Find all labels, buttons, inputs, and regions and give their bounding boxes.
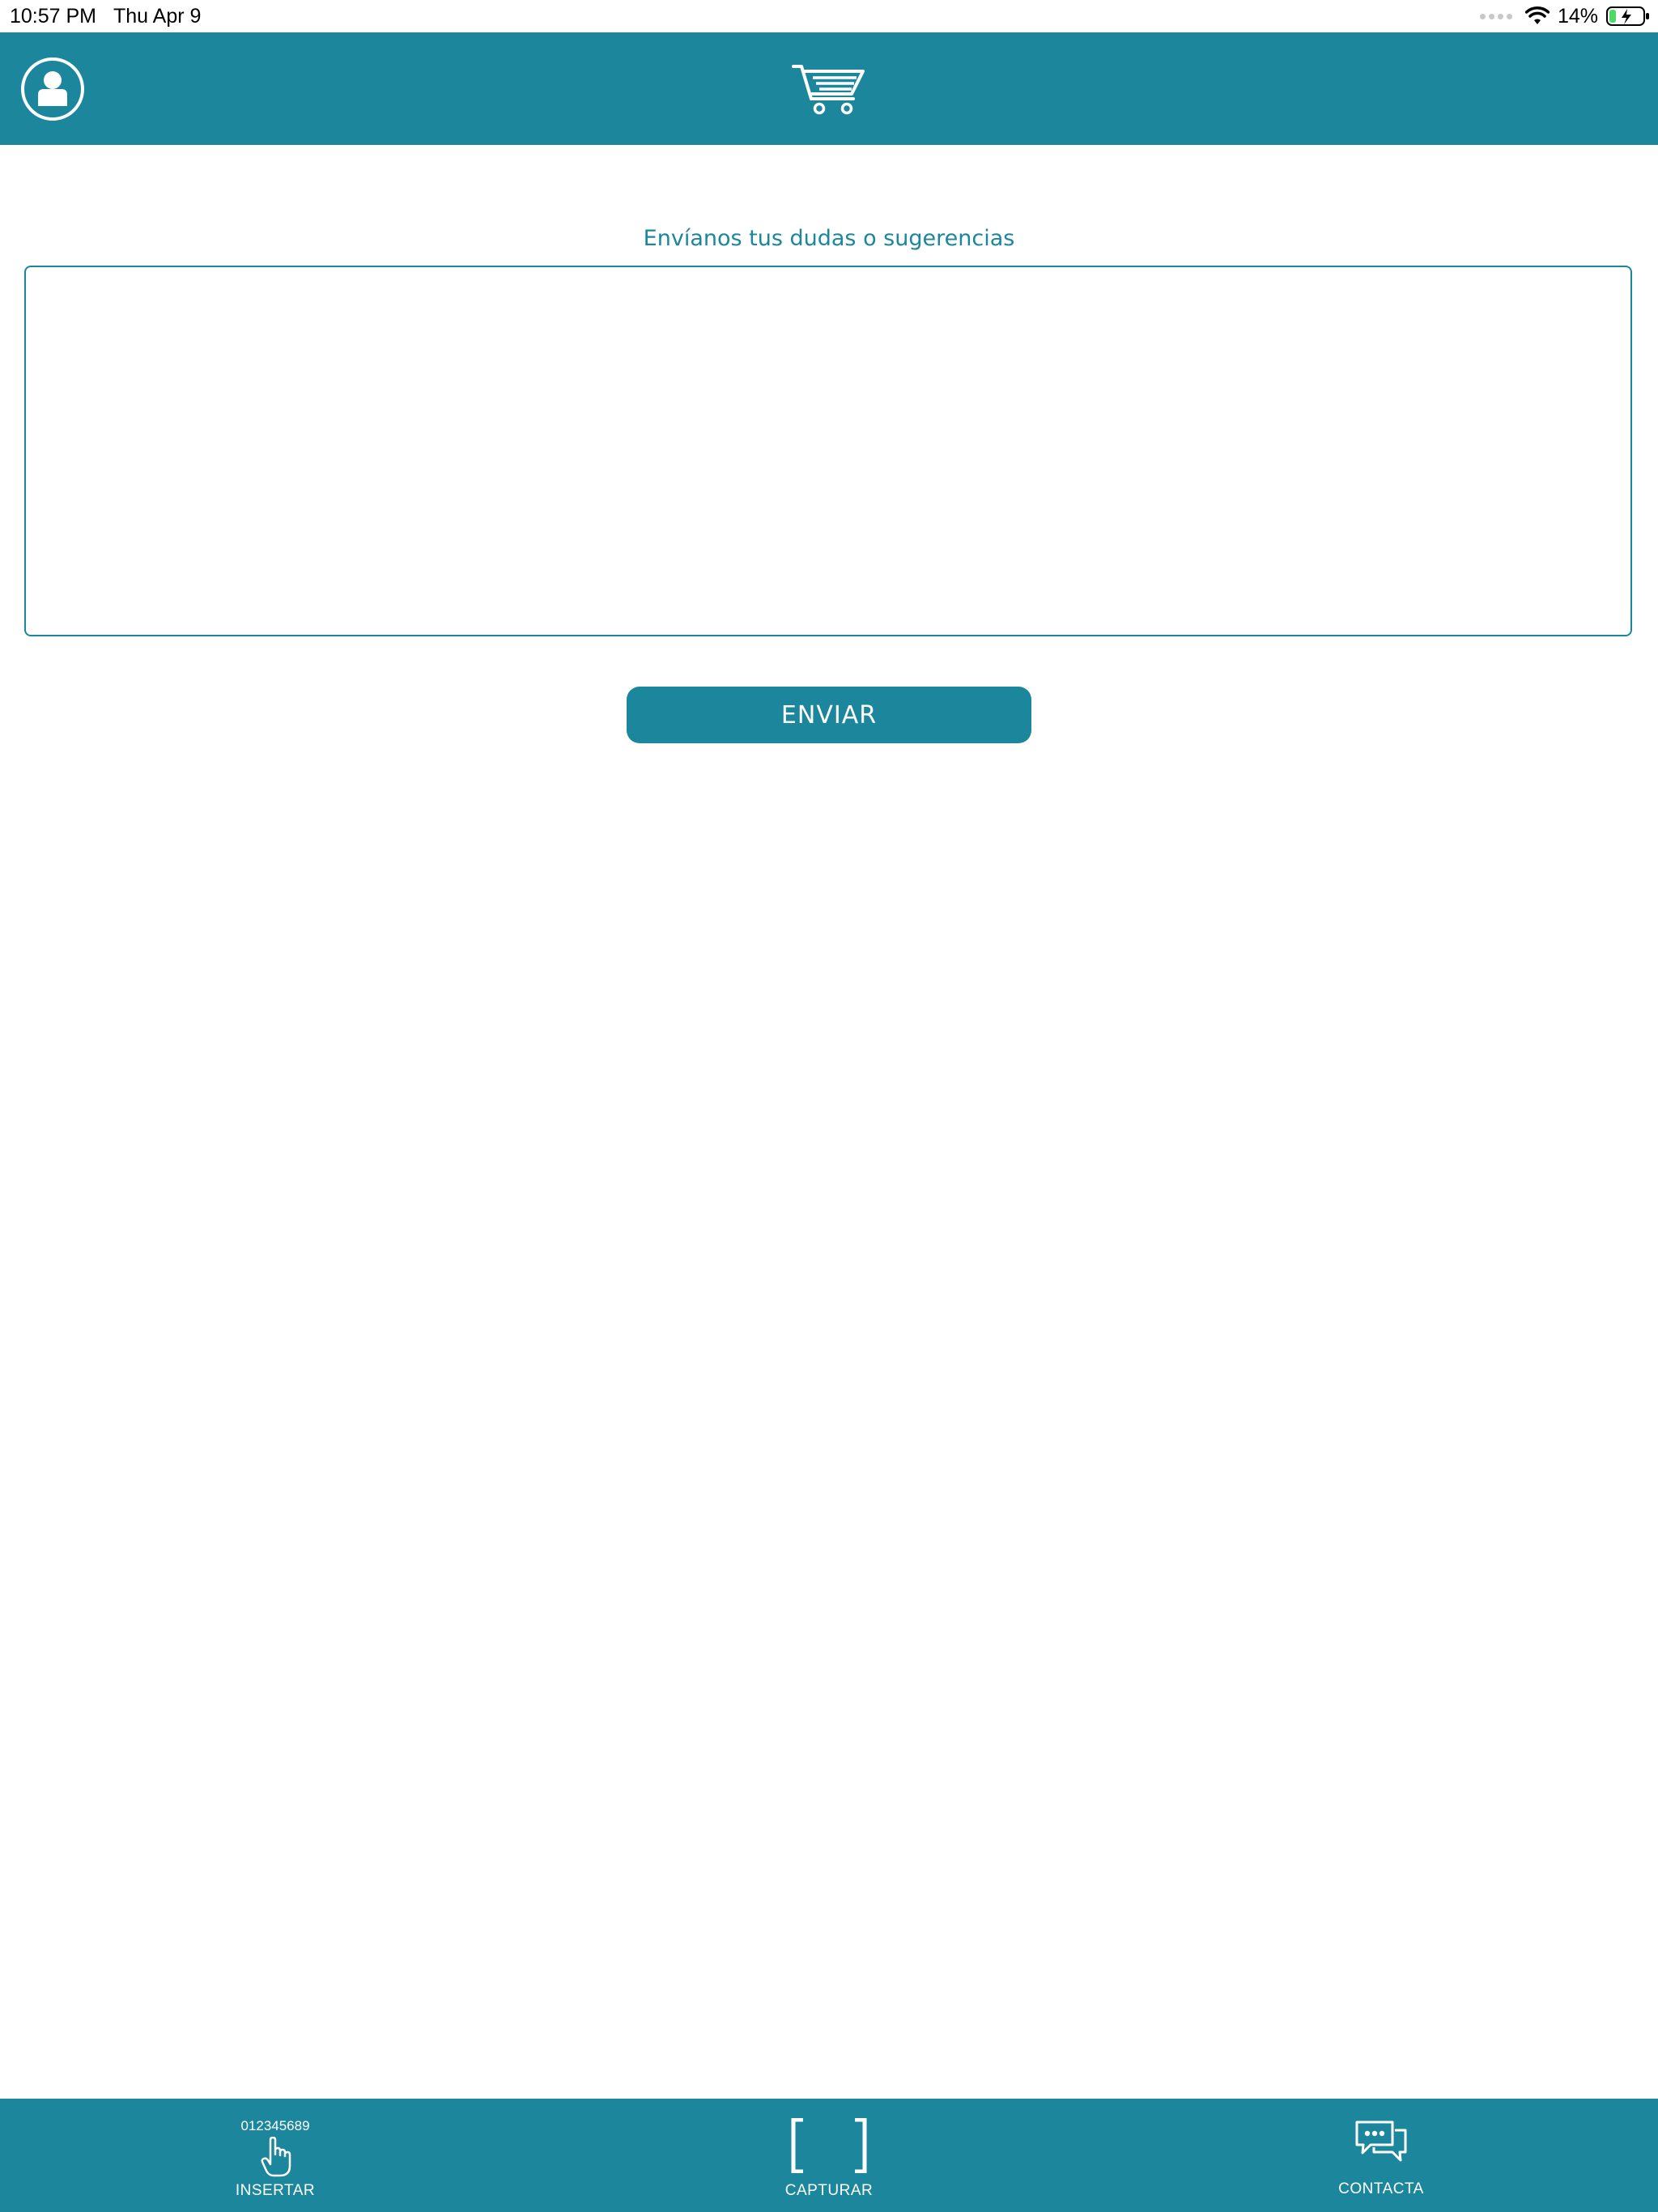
status-indicators: 14% — [1479, 3, 1650, 29]
tab-contact[interactable]: CONTACTA — [1308, 2099, 1454, 2212]
tab-capture-label: CAPTURAR — [784, 2182, 874, 2199]
pointing-hand-icon — [261, 2137, 291, 2177]
shopping-cart-icon — [792, 65, 865, 115]
tab-contact-label: CONTACTA — [1338, 2180, 1424, 2197]
chat-bubbles-icon — [1355, 2121, 1407, 2162]
status-date: Thu Apr 9 — [113, 5, 202, 28]
signal-dots-icon — [1479, 13, 1512, 19]
tab-insert[interactable]: 012345689 INSERTAR — [202, 2099, 348, 2212]
header-bar — [0, 32, 1658, 145]
bottom-tab-bar: 012345689 INSERTAR CAPTURAR CONTACTA — [0, 2099, 1658, 2212]
scan-brackets-icon — [791, 2118, 867, 2173]
tab-insert-label: INSERTAR — [235, 2182, 316, 2199]
feedback-message-input[interactable] — [24, 266, 1632, 636]
wifi-icon — [1524, 6, 1550, 24]
feedback-prompt: Envíanos tus dudas o sugerencias — [643, 226, 1015, 251]
battery-percent: 14% — [1557, 4, 1598, 28]
user-profile-icon — [21, 57, 84, 121]
profile-button[interactable] — [20, 57, 85, 121]
battery-charging-icon — [1606, 6, 1649, 26]
status-bar: 10:57 PM Thu Apr 9 14% — [0, 0, 1658, 32]
cart-button[interactable] — [792, 62, 866, 117]
insert-code-label: 012345689 — [240, 2118, 310, 2133]
tab-capture[interactable]: CAPTURAR — [756, 2099, 902, 2212]
send-button[interactable]: ENVIAR — [627, 687, 1031, 743]
status-time: 10:57 PM — [10, 5, 97, 28]
